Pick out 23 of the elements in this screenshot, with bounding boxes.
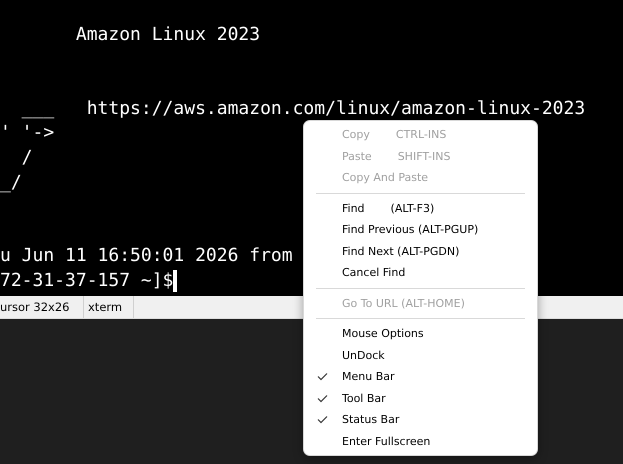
- menu-item[interactable]: Cancel Find: [304, 262, 537, 284]
- menu-item[interactable]: Find (ALT-F3): [304, 198, 537, 219]
- status-field: xterm: [84, 296, 134, 318]
- menu-item[interactable]: Find Next (ALT-PGDN): [304, 240, 537, 262]
- terminal-line: ' '->: [0, 121, 54, 146]
- menu-item[interactable]: UnDock: [304, 344, 537, 366]
- menu-item[interactable]: Find Previous (ALT-PGUP): [304, 219, 537, 240]
- status-field: ursor 32x26: [0, 296, 84, 318]
- terminal-line: 72-31-37-157 ~]$: [0, 268, 174, 293]
- menu-item[interactable]: Mouse Options: [304, 323, 537, 344]
- terminal-line: /: [20, 146, 33, 170]
- menu-item[interactable]: Tool Bar: [304, 388, 537, 409]
- terminal-line: _/: [0, 170, 22, 195]
- terminal-line: ___ https://aws.amazon.com/linux/amazon-linux-2023: [20, 96, 586, 121]
- shortcut-label: SHIFT-INS: [398, 150, 450, 163]
- text-cursor: [173, 270, 178, 292]
- shortcut-label: (ALT-F3): [390, 202, 434, 215]
- terminal-line: Amazon Linux 2023: [74, 23, 260, 47]
- menu-item[interactable]: Enter Fullscreen: [304, 430, 537, 452]
- terminal-line: u Jun 11 16:50:01 2026 from: [0, 244, 293, 268]
- menu-item[interactable]: Status Bar: [304, 409, 537, 430]
- shortcut-label: CTRL-INS: [396, 128, 446, 142]
- menu-item[interactable]: Menu Bar: [304, 366, 537, 388]
